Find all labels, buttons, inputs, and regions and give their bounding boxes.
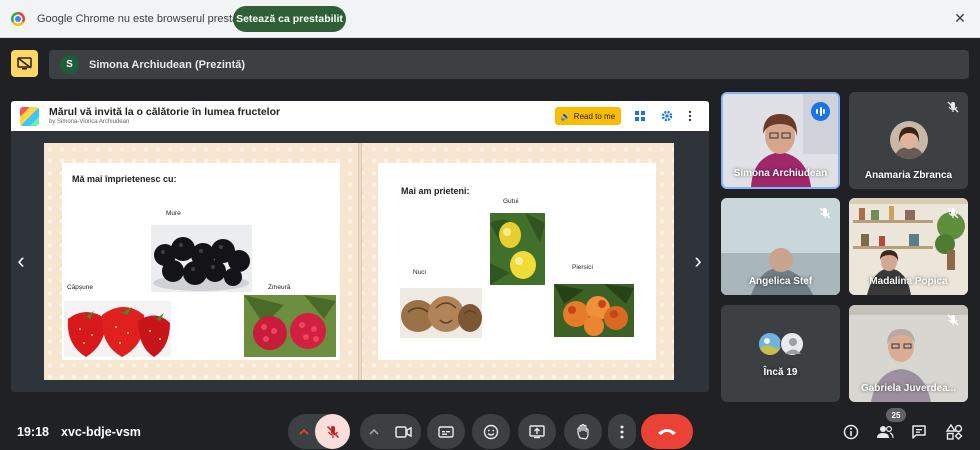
participant-tile[interactable]: Angelica Stef: [721, 198, 840, 295]
peaches-image: [554, 284, 634, 337]
meeting-time: 19:18: [17, 425, 49, 439]
mic-off-button[interactable]: [315, 414, 350, 449]
speaking-indicator-icon: [811, 102, 830, 121]
set-default-button[interactable]: Setează ca prestabilit: [233, 6, 346, 32]
quinces-image: [490, 213, 545, 285]
participant-name: Anamaria Zbranca: [864, 170, 953, 181]
fruit-label-gutui: Gutui: [503, 198, 519, 205]
people-icon[interactable]: [876, 423, 894, 441]
mic-off-icon: [946, 206, 960, 220]
shared-screen: Mărul vă invită la o călătorie în lumea …: [11, 101, 709, 392]
avatar: [780, 332, 804, 356]
fruit-label-mure: Mure: [166, 210, 181, 217]
presenter-bar: S Simona Archiudean (Prezintă): [49, 50, 969, 79]
chrome-logo-icon: [11, 12, 25, 26]
more-options-button[interactable]: [608, 414, 636, 449]
more-vert-icon[interactable]: [683, 109, 696, 122]
camera-options-chevron-up-icon[interactable]: [360, 414, 388, 449]
chrome-default-browser-infobar: Google Chrome nu este browserul prestabi…: [0, 0, 980, 38]
participants-count-badge: 25: [886, 408, 906, 422]
blackberries-image: [151, 225, 252, 292]
presenter-avatar: S: [60, 55, 79, 74]
speaker-icon: 🔊: [560, 111, 571, 121]
book-creator-logo-icon: [20, 107, 39, 126]
chat-icon[interactable]: [910, 423, 928, 441]
participant-tile[interactable]: Anamaria Zbranca: [849, 92, 968, 189]
participant-tile[interactable]: Madalina Popica: [849, 198, 968, 295]
captions-button[interactable]: [427, 414, 465, 449]
gear-icon[interactable]: [660, 109, 673, 122]
fruit-label-nuci: Nuci: [413, 269, 427, 276]
presenter-name: Simona Archiudean (Prezintă): [89, 58, 246, 71]
right-page-heading: Mai am prieteni:: [401, 186, 470, 196]
fruit-label-zmeura: Zmeură: [268, 284, 291, 291]
participant-tile[interactable]: Gabriela Juverdea...: [849, 305, 968, 402]
participant-tile[interactable]: Simona Archiudean: [721, 92, 840, 189]
fruit-label-capsune: Căpșune: [67, 284, 94, 291]
participant-name: Madalina Popica: [869, 276, 948, 287]
walnuts-image: [400, 288, 482, 338]
meeting-code[interactable]: xvc-bdje-vsm: [61, 425, 141, 439]
mic-off-icon: [946, 100, 960, 114]
book-author: by Simona-Viorica Archiudean: [49, 119, 130, 125]
participant-name: Angelica Stef: [748, 276, 813, 287]
close-icon[interactable]: ✕: [953, 11, 967, 25]
raspberries-image: [244, 295, 336, 357]
meeting-info-icon[interactable]: [842, 423, 860, 441]
mic-off-icon: [946, 313, 960, 327]
avatar: [758, 332, 782, 356]
book-area: ‹ › Mă mai împrietenesc cu: Mure Căpșune…: [11, 131, 709, 392]
next-page-icon[interactable]: ›: [690, 250, 706, 274]
previous-page-icon[interactable]: ‹: [13, 250, 29, 274]
raise-hand-button[interactable]: [564, 414, 602, 449]
participant-name: Simona Archiudean: [733, 168, 828, 179]
participant-name: Încă 19: [763, 367, 798, 378]
emoji-button[interactable]: [472, 414, 510, 449]
right-page: Mai am prieteni: Gutui Nuci Piersici: [378, 163, 656, 360]
stop-presenting-icon[interactable]: [11, 50, 38, 77]
participant-name: Gabriela Juverdea...: [860, 383, 957, 394]
mic-off-icon: [818, 206, 832, 220]
read-to-me-button[interactable]: 🔊 Read to me: [555, 107, 621, 125]
read-to-me-label: Read to me: [573, 111, 616, 121]
left-page: Mă mai împrietenesc cu: Mure Căpșune Zme…: [62, 163, 340, 360]
end-call-button[interactable]: [641, 414, 693, 449]
book-title: Mărul vă invită la o călătorie în lumea …: [49, 106, 281, 118]
mic-options-chevron-up-icon[interactable]: [290, 414, 318, 449]
grid-view-icon[interactable]: [633, 109, 646, 122]
strawberries-image: [64, 301, 171, 357]
activities-icon[interactable]: [945, 423, 963, 441]
infobar-message: Google Chrome nu este browserul prestabi…: [37, 13, 255, 25]
book-spine: [358, 143, 362, 380]
book-header: Mărul vă invită la o călătorie în lumea …: [11, 101, 709, 131]
left-page-heading: Mă mai împrietenesc cu:: [72, 174, 177, 184]
fruit-label-piersici: Piersici: [572, 264, 593, 271]
camera-button[interactable]: [386, 414, 421, 449]
participant-tile[interactable]: Încă 19: [721, 305, 840, 402]
book-spread: Mă mai împrietenesc cu: Mure Căpșune Zme…: [44, 143, 674, 380]
present-screen-button[interactable]: [518, 414, 556, 449]
